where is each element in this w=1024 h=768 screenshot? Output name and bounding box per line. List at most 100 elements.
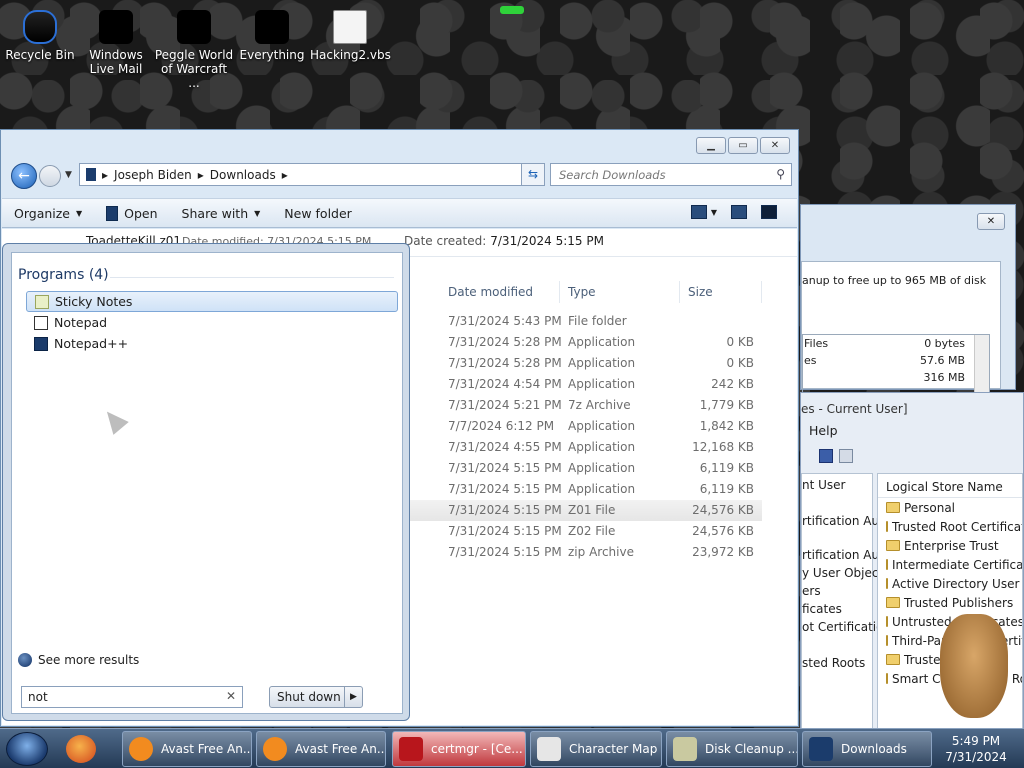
- forward-button[interactable]: [39, 165, 61, 187]
- taskbar-item-certmgr[interactable]: certmgr - [Ce...: [392, 731, 526, 767]
- tree-item[interactable]: nt User: [802, 478, 845, 492]
- desktop-icon-peggle[interactable]: Peggle World of Warcraft ...: [154, 10, 234, 90]
- minimize-button[interactable]: ▁: [696, 137, 726, 154]
- maximize-button[interactable]: ▭: [728, 137, 758, 154]
- desktop-icon-recycle-bin[interactable]: Recycle Bin: [0, 10, 80, 62]
- table-row[interactable]: 7/31/2024 5:43 PM File folder: [402, 311, 762, 332]
- desktop-icon-hacking2[interactable]: Hacking2.vbs: [310, 10, 391, 62]
- folder-icon: [886, 559, 888, 570]
- recent-pages-dropdown[interactable]: ▼: [65, 170, 72, 180]
- start-menu: Programs (4) Sticky Notes Notepad Notepa…: [2, 243, 410, 721]
- tree-item[interactable]: ers: [802, 584, 821, 598]
- taskbar-item-disk-cleanup[interactable]: Disk Cleanup ...: [666, 731, 798, 767]
- close-icon: ✕: [986, 216, 996, 227]
- column-header-size[interactable]: Size: [682, 281, 762, 303]
- program-sticky-notes[interactable]: Sticky Notes: [26, 291, 398, 312]
- taskbar-item-avast-1[interactable]: Avast Free An...: [122, 731, 252, 767]
- table-row[interactable]: 7/31/2024 5:15 PM Application 6,119 KB: [402, 479, 762, 500]
- maximize-icon: ▭: [738, 140, 748, 151]
- table-row[interactable]: 7/31/2024 5:15 PM Application 6,119 KB: [402, 458, 762, 479]
- see-more-results-link[interactable]: See more results: [18, 653, 139, 667]
- firefox-icon[interactable]: [66, 735, 96, 763]
- refresh-button[interactable]: ⇆: [521, 163, 545, 186]
- menu-help[interactable]: Help: [809, 423, 838, 438]
- list-item[interactable]: Intermediate Certificatio: [878, 555, 1022, 574]
- list-item[interactable]: es 57.6 MB: [803, 352, 989, 369]
- table-row[interactable]: 7/7/2024 6:12 PM Application 1,842 KB: [402, 416, 762, 437]
- folder-icon: [886, 578, 888, 589]
- breadcrumb-joseph-biden[interactable]: Joseph Biden: [114, 168, 192, 182]
- list-item[interactable]: Trusted Root Certificatio: [878, 517, 1022, 536]
- table-row[interactable]: 7/31/2024 4:55 PM Application 12,168 KB: [402, 437, 762, 458]
- desktop-icon-everything[interactable]: Everything: [232, 10, 312, 62]
- file-table: 7/31/2024 5:43 PM File folder 7/31/2024 5…: [402, 311, 762, 563]
- list-item[interactable]: Personal: [878, 498, 1022, 517]
- tree-item[interactable]: sted Roots: [802, 656, 865, 670]
- system-clock[interactable]: 5:49 PM 7/31/2024: [936, 733, 1016, 765]
- programs-heading: Programs (4): [18, 267, 109, 283]
- start-search-input[interactable]: not ✕: [21, 686, 243, 708]
- scrollbar[interactable]: [974, 335, 989, 393]
- share-with-button[interactable]: Share with ▼: [170, 206, 273, 221]
- tree-item[interactable]: rtification Au: [802, 548, 879, 562]
- refresh-icon: ⇆: [527, 167, 539, 181]
- disk-cleanup-close-button[interactable]: ✕: [977, 213, 1005, 230]
- desktop-icon-windows-live-mail[interactable]: Windows Live Mail: [76, 10, 156, 76]
- table-row[interactable]: 7/31/2024 5:28 PM Application 0 KB: [402, 332, 762, 353]
- table-row[interactable]: 7/31/2024 5:21 PM 7z Archive 1,779 KB: [402, 395, 762, 416]
- chevron-right-icon[interactable]: ▶: [344, 687, 362, 707]
- taskbar-item-avast-2[interactable]: Avast Free An...: [256, 731, 386, 767]
- disk-cleanup-window: ✕ anup to free up to 965 MB of disk File…: [800, 204, 1016, 394]
- preview-pane-icon[interactable]: [731, 205, 747, 219]
- help-icon[interactable]: [761, 205, 777, 219]
- list-item[interactable]: Active Directory User Ob: [878, 574, 1022, 593]
- close-icon: ✕: [770, 140, 780, 151]
- taskbar-item-character-map[interactable]: Character Map: [530, 731, 662, 767]
- explorer-titlebar[interactable]: ▁ ▭ ✕: [1, 130, 798, 158]
- disk-cleanup-list[interactable]: Files 0 bytes es 57.6 MB 316 MB: [802, 334, 990, 394]
- breadcrumb-separator: ▸: [197, 167, 204, 182]
- close-button[interactable]: ✕: [760, 137, 790, 154]
- new-folder-button[interactable]: New folder: [272, 206, 364, 221]
- table-row-selected[interactable]: 7/31/2024 5:15 PM Z01 File 24,576 KB: [402, 500, 762, 521]
- address-bar[interactable]: ▸ Joseph Biden ▸ Downloads ▸ ▼: [79, 163, 545, 186]
- taskbar-item-downloads[interactable]: Downloads: [802, 731, 932, 767]
- back-button[interactable]: ←: [11, 163, 37, 189]
- help-icon[interactable]: [819, 449, 833, 463]
- column-header[interactable]: Logical Store Name: [878, 474, 1022, 498]
- column-header-type[interactable]: Type: [562, 281, 680, 303]
- organize-button[interactable]: Organize ▼: [2, 206, 94, 221]
- start-button[interactable]: [6, 732, 48, 766]
- tree-item[interactable]: ficates: [802, 602, 842, 616]
- view-controls: ▼: [690, 205, 777, 219]
- disk-cleanup-icon: [673, 737, 697, 761]
- breadcrumb-separator: ▸: [102, 167, 109, 182]
- open-button[interactable]: Open: [94, 205, 169, 221]
- tree-item[interactable]: rtification Au: [802, 514, 879, 528]
- minimize-icon: ▁: [707, 140, 715, 151]
- breadcrumb-downloads[interactable]: Downloads: [210, 168, 276, 182]
- view-icon[interactable]: [839, 449, 853, 463]
- list-item[interactable]: Trusted Publishers: [878, 593, 1022, 612]
- list-item[interactable]: Files 0 bytes: [803, 335, 989, 352]
- list-item[interactable]: 316 MB: [803, 369, 989, 386]
- chevron-down-icon: ▼: [76, 208, 83, 218]
- table-row[interactable]: 7/31/2024 5:15 PM Z02 File 24,576 KB: [402, 521, 762, 542]
- program-notepad[interactable]: Notepad: [26, 312, 398, 333]
- table-row[interactable]: 7/31/2024 5:28 PM Application 0 KB: [402, 353, 762, 374]
- chevron-down-icon: ▼: [254, 208, 261, 218]
- program-notepad-plus-plus[interactable]: Notepad++: [26, 333, 398, 354]
- clear-search-icon[interactable]: ✕: [226, 689, 236, 703]
- column-header-date[interactable]: Date modified: [442, 281, 560, 303]
- search-input[interactable]: Search Downloads ⚲: [550, 163, 792, 186]
- table-row[interactable]: 7/31/2024 4:54 PM Application 242 KB: [402, 374, 762, 395]
- shutdown-button[interactable]: Shut down ▶: [269, 686, 363, 708]
- change-view-icon[interactable]: [690, 205, 707, 219]
- hamster-gadget[interactable]: [940, 614, 1008, 718]
- table-row[interactable]: 7/31/2024 5:15 PM zip Archive 23,972 KB: [402, 542, 762, 563]
- breadcrumb-separator: ▸: [281, 167, 288, 182]
- mail-icon: [99, 10, 133, 44]
- list-item[interactable]: Enterprise Trust: [878, 536, 1022, 555]
- chevron-down-icon[interactable]: ▼: [711, 208, 717, 217]
- tree-item[interactable]: y User Object: [802, 566, 883, 580]
